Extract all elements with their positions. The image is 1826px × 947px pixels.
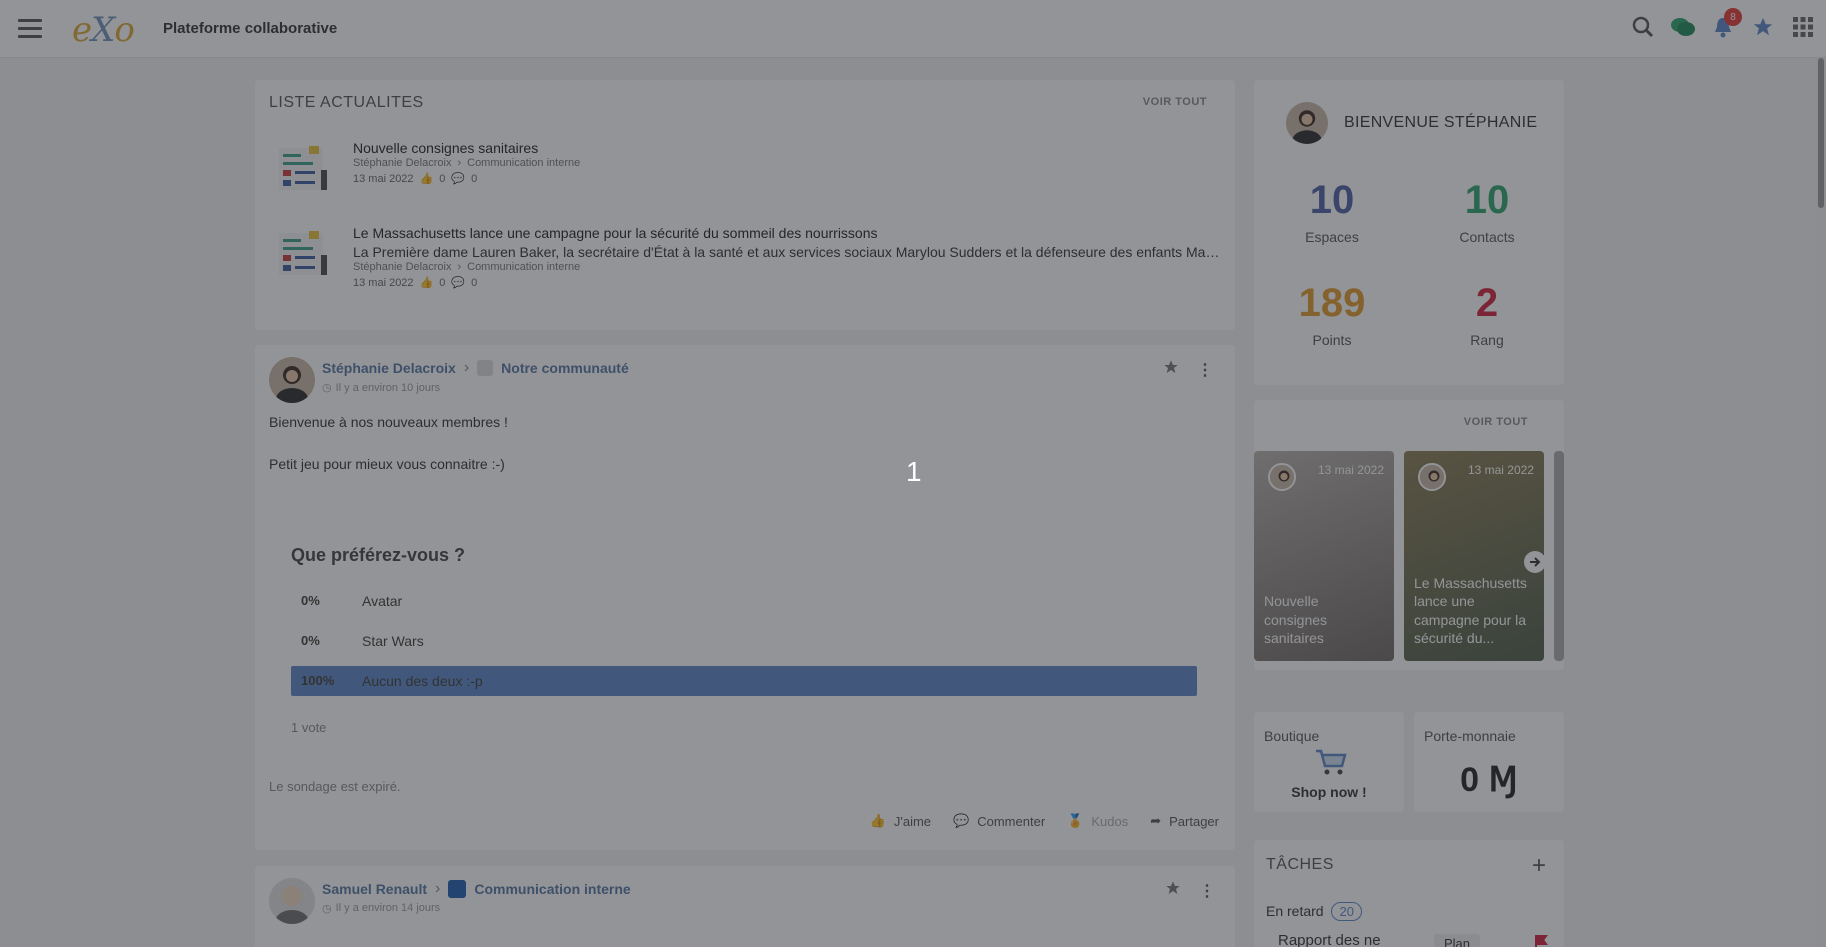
poll-option-percent: 100% bbox=[301, 673, 335, 688]
poll-option-label: Star Wars bbox=[362, 633, 424, 649]
poll-option-label: Avatar bbox=[362, 593, 403, 609]
tour-overlay[interactable]: 1 bbox=[0, 0, 1826, 947]
poll-option-percent: 0% bbox=[301, 633, 320, 648]
tour-step-number: 1 bbox=[906, 456, 922, 487]
poll-option-percent: 0% bbox=[301, 593, 320, 608]
poll-option-label: Aucun des deux :-p bbox=[362, 673, 483, 689]
